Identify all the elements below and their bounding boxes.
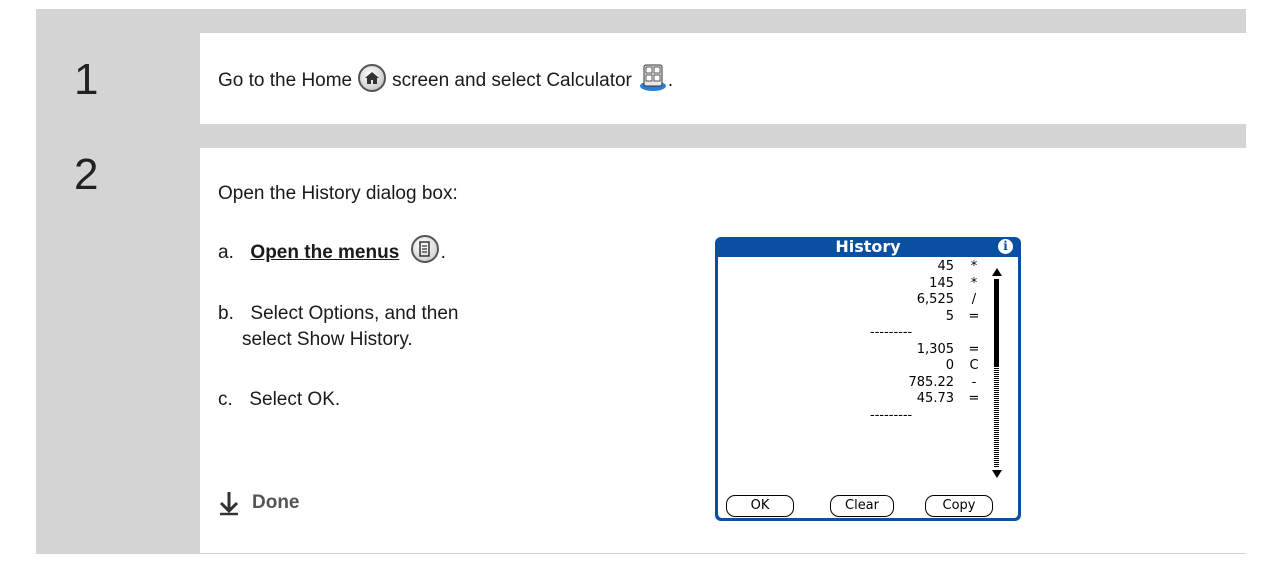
step-1: 1 Go to the Home screen and select Calcu… xyxy=(36,33,1246,124)
scroll-track[interactable] xyxy=(994,367,999,467)
history-value: 5 xyxy=(945,308,954,324)
substep-end: . xyxy=(440,242,446,263)
step-number: 1 xyxy=(74,55,99,104)
scroll-thumb[interactable] xyxy=(994,279,999,367)
scroll-down-arrow-icon[interactable] xyxy=(991,469,1003,479)
history-operator: = xyxy=(968,308,980,324)
step-text: Go to the Home xyxy=(218,70,353,91)
substep-prefix: c. xyxy=(218,389,233,410)
history-operator: * xyxy=(970,259,978,274)
scrollbar[interactable] xyxy=(990,267,1004,479)
step-content: Go to the Home screen and select Calcula… xyxy=(200,33,1246,124)
substep-text: Select Options, and then xyxy=(250,303,459,324)
home-icon xyxy=(358,64,387,92)
history-operator: * xyxy=(970,275,978,291)
substep-b: b. Select Options, and then xyxy=(218,303,459,325)
step-text: screen and select Calculator xyxy=(392,70,632,91)
substep-c: c. Select OK. xyxy=(218,389,340,411)
substep-prefix: a. xyxy=(218,242,234,263)
calculator-icon xyxy=(638,62,668,92)
substep-b-line2: select Show History. xyxy=(242,329,413,350)
copy-button[interactable]: Copy xyxy=(925,495,993,517)
step-1-text: Go to the Home screen and select Calcula… xyxy=(218,64,674,92)
history-operator: / xyxy=(971,292,977,307)
clear-button[interactable]: Clear xyxy=(830,495,894,517)
step-content: Open the History dialog box: a. Open the… xyxy=(200,148,1246,553)
history-value: 45 xyxy=(937,259,954,274)
done-marker: Done xyxy=(218,490,300,516)
history-operator: = xyxy=(968,391,980,406)
history-value: 45.73 xyxy=(916,391,954,406)
history-divider: --------- xyxy=(870,407,913,423)
substep-prefix: b. xyxy=(218,303,234,324)
substep-text: Select OK. xyxy=(249,389,341,410)
history-value: 6,525 xyxy=(916,292,954,307)
info-icon[interactable]: i xyxy=(998,239,1013,254)
history-operator: = xyxy=(968,341,980,357)
history-value: 785.22 xyxy=(908,374,955,390)
step-number: 2 xyxy=(74,150,99,199)
menu-icon xyxy=(410,234,439,263)
history-value: 145 xyxy=(929,275,954,291)
ok-button[interactable]: OK xyxy=(726,495,794,517)
substep-a: a. Open the menus . xyxy=(218,234,446,264)
open-menus-link[interactable]: Open the menus xyxy=(250,242,399,263)
history-value: 1,305 xyxy=(916,341,954,357)
history-dialog: History i 45 * 145 * 6,525/5 = --------- 1,305 =… xyxy=(715,237,1021,521)
scroll-up-arrow-icon[interactable] xyxy=(991,267,1003,277)
dialog-title: History xyxy=(835,237,901,256)
step-text: . xyxy=(667,70,674,91)
history-value: 0 xyxy=(945,358,954,373)
history-divider: --------- xyxy=(870,325,913,340)
done-label: Done xyxy=(252,492,300,513)
step-2: 2 Open the History dialog box: a. Open t… xyxy=(36,148,1246,553)
down-arrow-icon xyxy=(219,492,239,516)
history-operator: - xyxy=(971,374,977,390)
dialog-body: 45 * 145 * 6,525/5 = --------- 1,305 = 0 C 785.22-4… xyxy=(718,257,1018,518)
history-operator: C xyxy=(969,358,979,373)
step-intro: Open the History dialog box: xyxy=(218,183,458,204)
